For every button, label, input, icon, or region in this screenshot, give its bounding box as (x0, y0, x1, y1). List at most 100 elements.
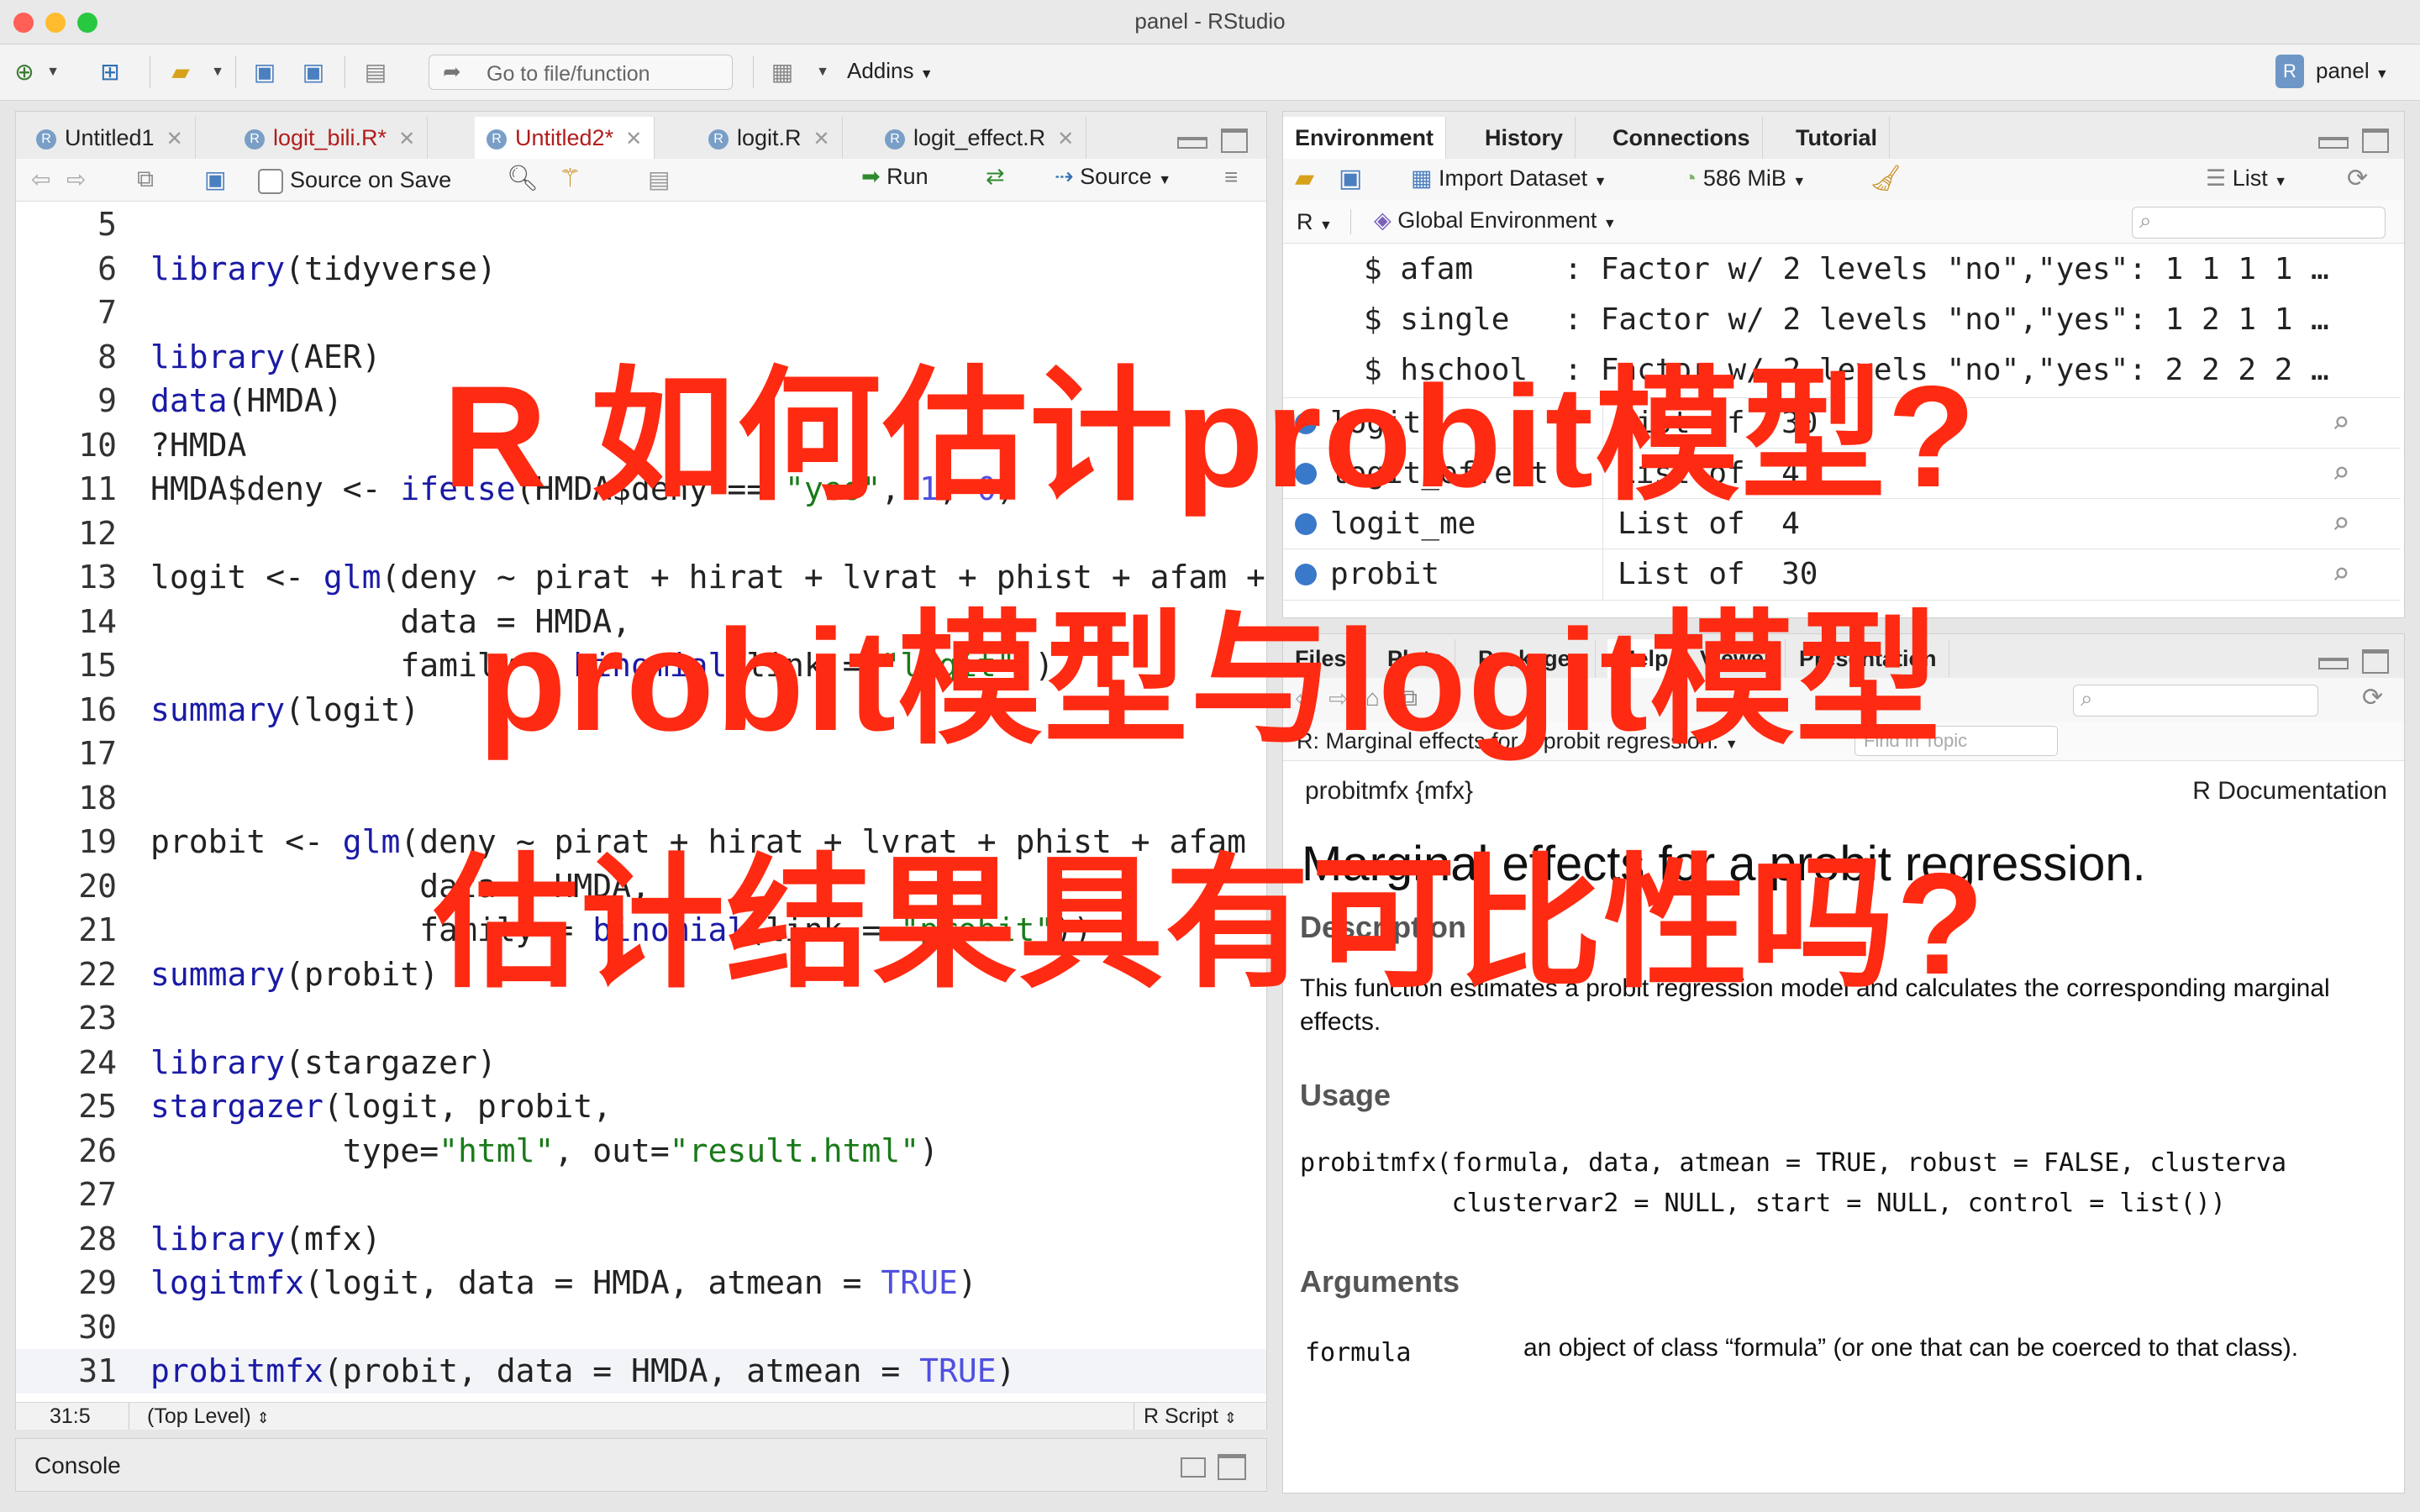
maximize-pane-icon[interactable] (1218, 1454, 1246, 1480)
file-type-label: R Script (1144, 1404, 1218, 1428)
line-number: 24 (78, 1043, 117, 1081)
environment-object-row[interactable]: probit List of 30 ⌕ (1283, 549, 2401, 601)
divider (1602, 549, 1603, 600)
file-type-selector[interactable]: R Script ⇕ (1144, 1403, 1237, 1431)
r-documentation-label: R Documentation (2192, 777, 2387, 805)
run-button[interactable]: ➡ Run (861, 164, 929, 190)
list-item: $ single : Factor w/ 2 levels "no","yes"… (1283, 295, 2401, 345)
source-on-save-label: Source on Save (290, 167, 452, 192)
r-file-icon: R (487, 129, 507, 150)
save-workspace-icon[interactable]: ▣ (1339, 164, 1362, 193)
code-text: type="html", out="result.html") (150, 1131, 939, 1169)
chevron-down-icon[interactable]: ▼ (37, 56, 69, 88)
print-icon[interactable]: ▤ (360, 56, 392, 88)
rerun-icon[interactable]: ⇄ (986, 164, 1005, 190)
environment-search-input[interactable]: ⌕ (2132, 207, 2386, 239)
tab-logit-bili[interactable]: Rlogit_bili.R* ✕ (233, 117, 429, 159)
struct-text: $ single : Factor w/ 2 levels "no","yes"… (1364, 302, 2329, 337)
save-all-icon[interactable]: ▣ (297, 56, 329, 88)
new-file-icon[interactable]: ⊕ (8, 56, 40, 88)
view-mode-button[interactable]: ☰ List ▼ (2206, 165, 2287, 192)
minimize-pane-icon[interactable] (1177, 137, 1207, 149)
tab-untitled2[interactable]: R Untitled2* ✕ (475, 117, 655, 160)
tab-label: logit_bili.R* (273, 125, 387, 150)
close-icon[interactable]: ✕ (813, 128, 830, 150)
inspect-search-icon[interactable]: ⌕ (2332, 549, 2350, 600)
tab-label: Untitled2* (515, 125, 614, 150)
forward-arrow-icon[interactable]: ⇨ (66, 165, 86, 193)
tab-untitled1[interactable]: R Untitled1 ✕ (24, 117, 196, 159)
overlay-title-line-3: 估计结果具有可比性吗? (434, 843, 1986, 1005)
save-icon[interactable]: ▣ (249, 56, 281, 88)
usage-code-line: clustervar2 = NULL, start = NULL, contro… (1300, 1189, 2226, 1218)
arguments-heading: Arguments (1300, 1264, 1460, 1299)
minimize-pane-icon[interactable] (2318, 137, 2349, 149)
source-pane: R Untitled1 ✕ Rlogit_bili.R* ✕ R Untitled2* ✕… (15, 111, 1267, 1430)
magic-wand-icon[interactable]: ⚚ (559, 164, 581, 193)
environment-tab-bar: Environment History Connections Tutorial (1283, 112, 2404, 160)
line-number: 30 (78, 1308, 117, 1346)
maximize-pane-icon[interactable] (2362, 129, 2389, 153)
console-tab[interactable]: Console (34, 1452, 121, 1479)
editor-status-bar: 31:5 (Top Level) ⇕ R Script ⇕ (16, 1402, 1266, 1430)
line-number: 31 (78, 1352, 117, 1389)
show-in-window-icon[interactable]: ⧉ (137, 165, 154, 193)
line-number: 5 (97, 206, 117, 243)
code-line[interactable]: 31 probitmfx(probit, data = HMDA, atmean … (16, 1349, 1266, 1394)
editor-toolbar: ⇦ ⇨ ⧉ ▣ Source on Save 🔍︎ ⚚ ▤ ➡ Run ⇄ ⇢ … (16, 159, 1266, 202)
search-icon[interactable]: 🔍︎ (507, 164, 539, 193)
goto-placeholder: Go to file/function (487, 62, 650, 86)
tab-logit-effect[interactable]: Rlogit_effect.R ✕ (873, 117, 1087, 159)
chevron-down-icon[interactable]: ▼ (202, 56, 234, 88)
code-text: stargazer(logit, probit, (150, 1088, 613, 1125)
close-icon[interactable]: ✕ (625, 128, 642, 150)
new-project-icon[interactable]: ⊞ (94, 56, 126, 88)
line-number: 7 (97, 294, 117, 331)
toolbar-divider (235, 56, 236, 88)
load-workspace-icon[interactable]: ▰ (1295, 164, 1314, 193)
environment-selector[interactable]: ◈ Global Environment ▼ (1374, 207, 1617, 234)
tab-environment[interactable]: Environment (1283, 117, 1447, 160)
restore-pane-icon[interactable] (1181, 1457, 1206, 1478)
code-text: probitmfx(probit, data = HMDA, atmean = … (150, 1352, 1016, 1389)
addins-menu[interactable]: Addins ▼ (847, 58, 934, 84)
source-button[interactable]: ⇢ Source ▼ (1055, 164, 1171, 190)
maximize-pane-icon[interactable] (1221, 129, 1248, 153)
tab-logit[interactable]: Rlogit.R ✕ (697, 117, 843, 159)
close-icon[interactable]: ✕ (398, 128, 415, 150)
language-selector[interactable]: R ▼ (1297, 209, 1333, 235)
environment-scope-bar: R ▼ ◈ Global Environment ▼ ⌕ (1283, 201, 2404, 244)
grid-layout-icon[interactable]: ▦ (766, 56, 798, 88)
help-topic-name: probitmfx {mfx} (1305, 777, 1474, 805)
overlay-title-line-2: probit模型与logit模型 (477, 600, 1943, 761)
save-icon[interactable]: ▣ (204, 165, 226, 193)
broom-icon[interactable]: 🧹︎ (1870, 164, 1902, 193)
cube-icon: ◈ (1374, 207, 1392, 233)
goto-file-input[interactable]: ➦ Go to file/function (429, 55, 733, 90)
chevron-down-icon[interactable]: ▼ (807, 56, 839, 88)
expand-icon[interactable] (1295, 564, 1317, 585)
document-outline-icon[interactable]: ▤ (648, 165, 670, 193)
close-icon[interactable]: ✕ (1057, 128, 1074, 150)
view-mode-label: List (2232, 165, 2268, 191)
source-on-save-checkbox[interactable] (258, 169, 283, 194)
close-icon[interactable]: ✕ (166, 128, 183, 150)
tab-connections[interactable]: Connections (1601, 117, 1763, 159)
tab-label: Untitled1 (65, 125, 155, 150)
scope-selector[interactable]: (Top Level) ⇕ (147, 1403, 270, 1431)
project-menu[interactable]: panel ▼ (2316, 58, 2389, 84)
tab-tutorial[interactable]: Tutorial (1784, 117, 1890, 159)
console-pane[interactable]: Console (15, 1438, 1267, 1492)
language-label: R (1297, 209, 1313, 234)
back-arrow-icon[interactable]: ⇦ (31, 165, 50, 193)
object-name: probit (1330, 557, 1440, 591)
refresh-icon[interactable]: ⟳ (2347, 164, 2368, 193)
line-number: 27 (78, 1176, 117, 1213)
open-folder-icon[interactable]: ▰ (165, 56, 197, 88)
outline-icon[interactable]: ≡ (1224, 164, 1238, 191)
memory-usage-label: 586 MiB (1702, 165, 1786, 191)
memory-usage-button[interactable]: ◔ 586 MiB ▼ (1683, 165, 1806, 192)
import-dataset-button[interactable]: ▦ Import Dataset ▼ (1411, 165, 1607, 192)
run-label: Run (886, 164, 929, 189)
tab-history[interactable]: History (1473, 117, 1576, 159)
